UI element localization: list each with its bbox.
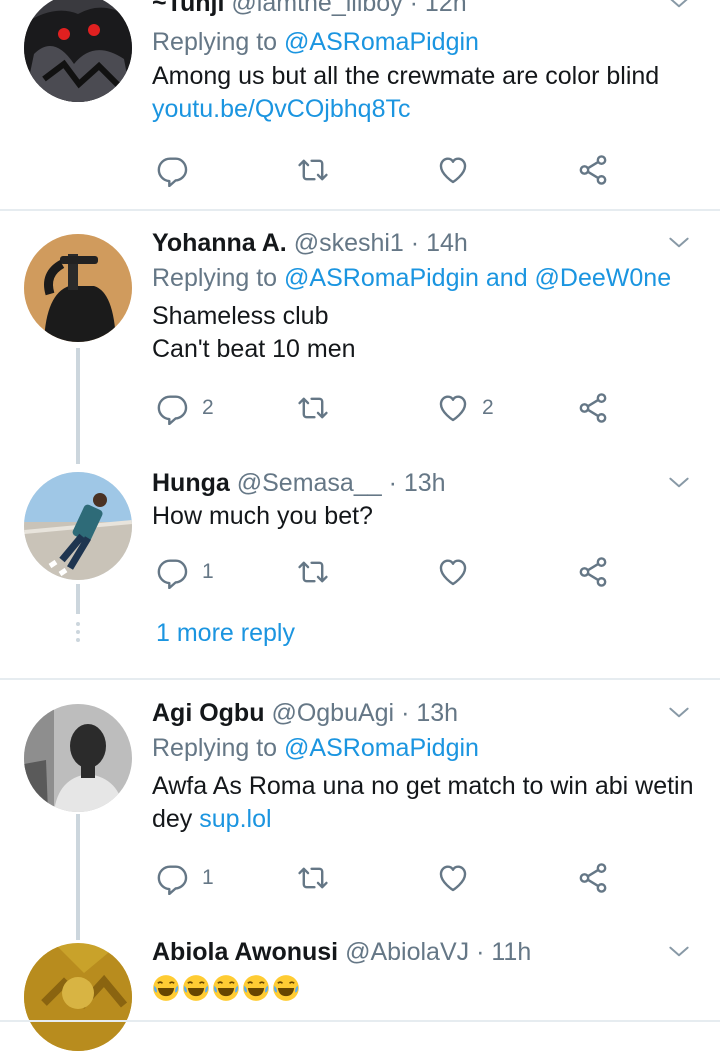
tweet-agi[interactable]: Agi Ogbu @OgbuAgi · 13h Replying to @ASR… xyxy=(0,696,720,926)
user-handle[interactable]: @AbiolaVJ xyxy=(345,938,469,966)
reply-button[interactable]: 2 xyxy=(156,388,214,428)
retweet-icon xyxy=(296,153,330,187)
replying-prefix: Replying to xyxy=(152,28,278,56)
tweet-yohanna[interactable]: Yohanna A. @skeshi1 · 14h Replying to @A… xyxy=(0,226,720,456)
reply-count: 1 xyxy=(202,560,214,583)
share-button[interactable] xyxy=(576,150,610,190)
reply-button[interactable] xyxy=(156,150,190,190)
tweet-text-line: Can't beat 10 men xyxy=(152,335,356,363)
chevron-down-icon[interactable] xyxy=(666,700,692,726)
display-name[interactable]: Yohanna A. xyxy=(152,229,287,257)
retweet-icon xyxy=(296,391,330,425)
chevron-down-icon[interactable] xyxy=(666,0,692,16)
reply-icon xyxy=(156,555,190,589)
mention-link[interactable]: @ASRomaPidgin xyxy=(284,28,479,56)
retweet-button[interactable] xyxy=(296,150,330,190)
replying-prefix: Replying to xyxy=(152,264,278,292)
tweet-tunji[interactable]: ~Tunji @iamthe_lilboy · 12h Replying to … xyxy=(0,0,720,210)
avatar[interactable] xyxy=(24,704,132,812)
display-name[interactable]: ~Tunji xyxy=(152,0,224,17)
thread-dots xyxy=(76,622,80,646)
like-button[interactable] xyxy=(436,552,470,592)
share-icon xyxy=(576,555,610,589)
reply-icon xyxy=(156,153,190,187)
chevron-down-icon[interactable] xyxy=(666,230,692,256)
reply-button[interactable]: 1 xyxy=(156,552,214,592)
mention-link[interactable]: @ASRomaPidgin and @DeeW0ne xyxy=(284,264,671,292)
laughing-emoji-icon xyxy=(182,974,210,1002)
laughing-emoji-icon xyxy=(212,974,240,1002)
share-button[interactable] xyxy=(576,858,610,898)
tweet-text-line: Awfa As Roma una no get match to win abi… xyxy=(152,772,694,800)
reply-count: 1 xyxy=(202,866,214,889)
share-button[interactable] xyxy=(576,388,610,428)
tweet-abiola[interactable]: Abiola Awonusi @AbiolaVJ · 11h xyxy=(0,935,720,1051)
like-button[interactable]: 2 xyxy=(436,388,494,428)
avatar[interactable] xyxy=(24,0,132,102)
tweet-link[interactable]: sup.lol xyxy=(199,805,271,833)
timestamp[interactable]: · 13h xyxy=(389,469,446,497)
tweet-hunga[interactable]: Hunga @Semasa__ · 13h How much you bet? … xyxy=(0,466,720,596)
more-replies-link[interactable]: 1 more reply xyxy=(156,619,295,648)
user-handle[interactable]: @iamthe_lilboy xyxy=(231,0,402,17)
display-name[interactable]: Hunga xyxy=(152,469,230,497)
chevron-down-icon[interactable] xyxy=(666,939,692,965)
chevron-down-icon[interactable] xyxy=(666,470,692,496)
divider xyxy=(0,209,720,211)
divider xyxy=(0,1020,720,1022)
tweet-text-line: dey xyxy=(152,805,193,833)
tweet-emoji-text xyxy=(152,971,692,1004)
retweet-icon xyxy=(296,555,330,589)
tweet-text: Among us but all the crewmate are color … xyxy=(152,62,660,90)
divider xyxy=(0,678,720,680)
mention-link[interactable]: @ASRomaPidgin xyxy=(284,734,479,762)
laughing-emoji-icon xyxy=(272,974,300,1002)
reply-button[interactable]: 1 xyxy=(156,858,214,898)
replying-prefix: Replying to xyxy=(152,734,278,762)
display-name[interactable]: Agi Ogbu xyxy=(152,699,264,727)
heart-icon xyxy=(436,153,470,187)
tweet-text: How much you bet? xyxy=(152,502,373,530)
share-button[interactable] xyxy=(576,552,610,592)
like-button[interactable] xyxy=(436,150,470,190)
avatar[interactable] xyxy=(24,234,132,342)
user-handle[interactable]: @Semasa__ xyxy=(237,469,382,497)
timestamp[interactable]: · 14h xyxy=(411,229,468,257)
timestamp[interactable]: · 13h xyxy=(401,699,458,727)
retweet-icon xyxy=(296,861,330,895)
retweet-button[interactable] xyxy=(296,858,330,898)
retweet-button[interactable] xyxy=(296,388,330,428)
like-count: 2 xyxy=(482,396,494,419)
timestamp[interactable]: · 12h xyxy=(410,0,467,17)
heart-icon xyxy=(436,391,470,425)
reply-icon xyxy=(156,861,190,895)
user-handle[interactable]: @OgbuAgi xyxy=(271,699,394,727)
like-button[interactable] xyxy=(436,858,470,898)
user-handle[interactable]: @skeshi1 xyxy=(294,229,404,257)
retweet-button[interactable] xyxy=(296,552,330,592)
laughing-emoji-icon xyxy=(152,974,180,1002)
tweet-text-line: Shameless club xyxy=(152,302,329,330)
share-icon xyxy=(576,153,610,187)
reply-count: 2 xyxy=(202,396,214,419)
reply-icon xyxy=(156,391,190,425)
display-name[interactable]: Abiola Awonusi xyxy=(152,938,338,966)
share-icon xyxy=(576,861,610,895)
share-icon xyxy=(576,391,610,425)
timestamp[interactable]: · 11h xyxy=(476,938,531,966)
avatar[interactable] xyxy=(24,472,132,580)
heart-icon xyxy=(436,861,470,895)
heart-icon xyxy=(436,555,470,589)
avatar[interactable] xyxy=(24,943,132,1051)
laughing-emoji-icon xyxy=(242,974,270,1002)
tweet-link[interactable]: youtu.be/QvCOjbhq8Tc xyxy=(152,93,692,126)
